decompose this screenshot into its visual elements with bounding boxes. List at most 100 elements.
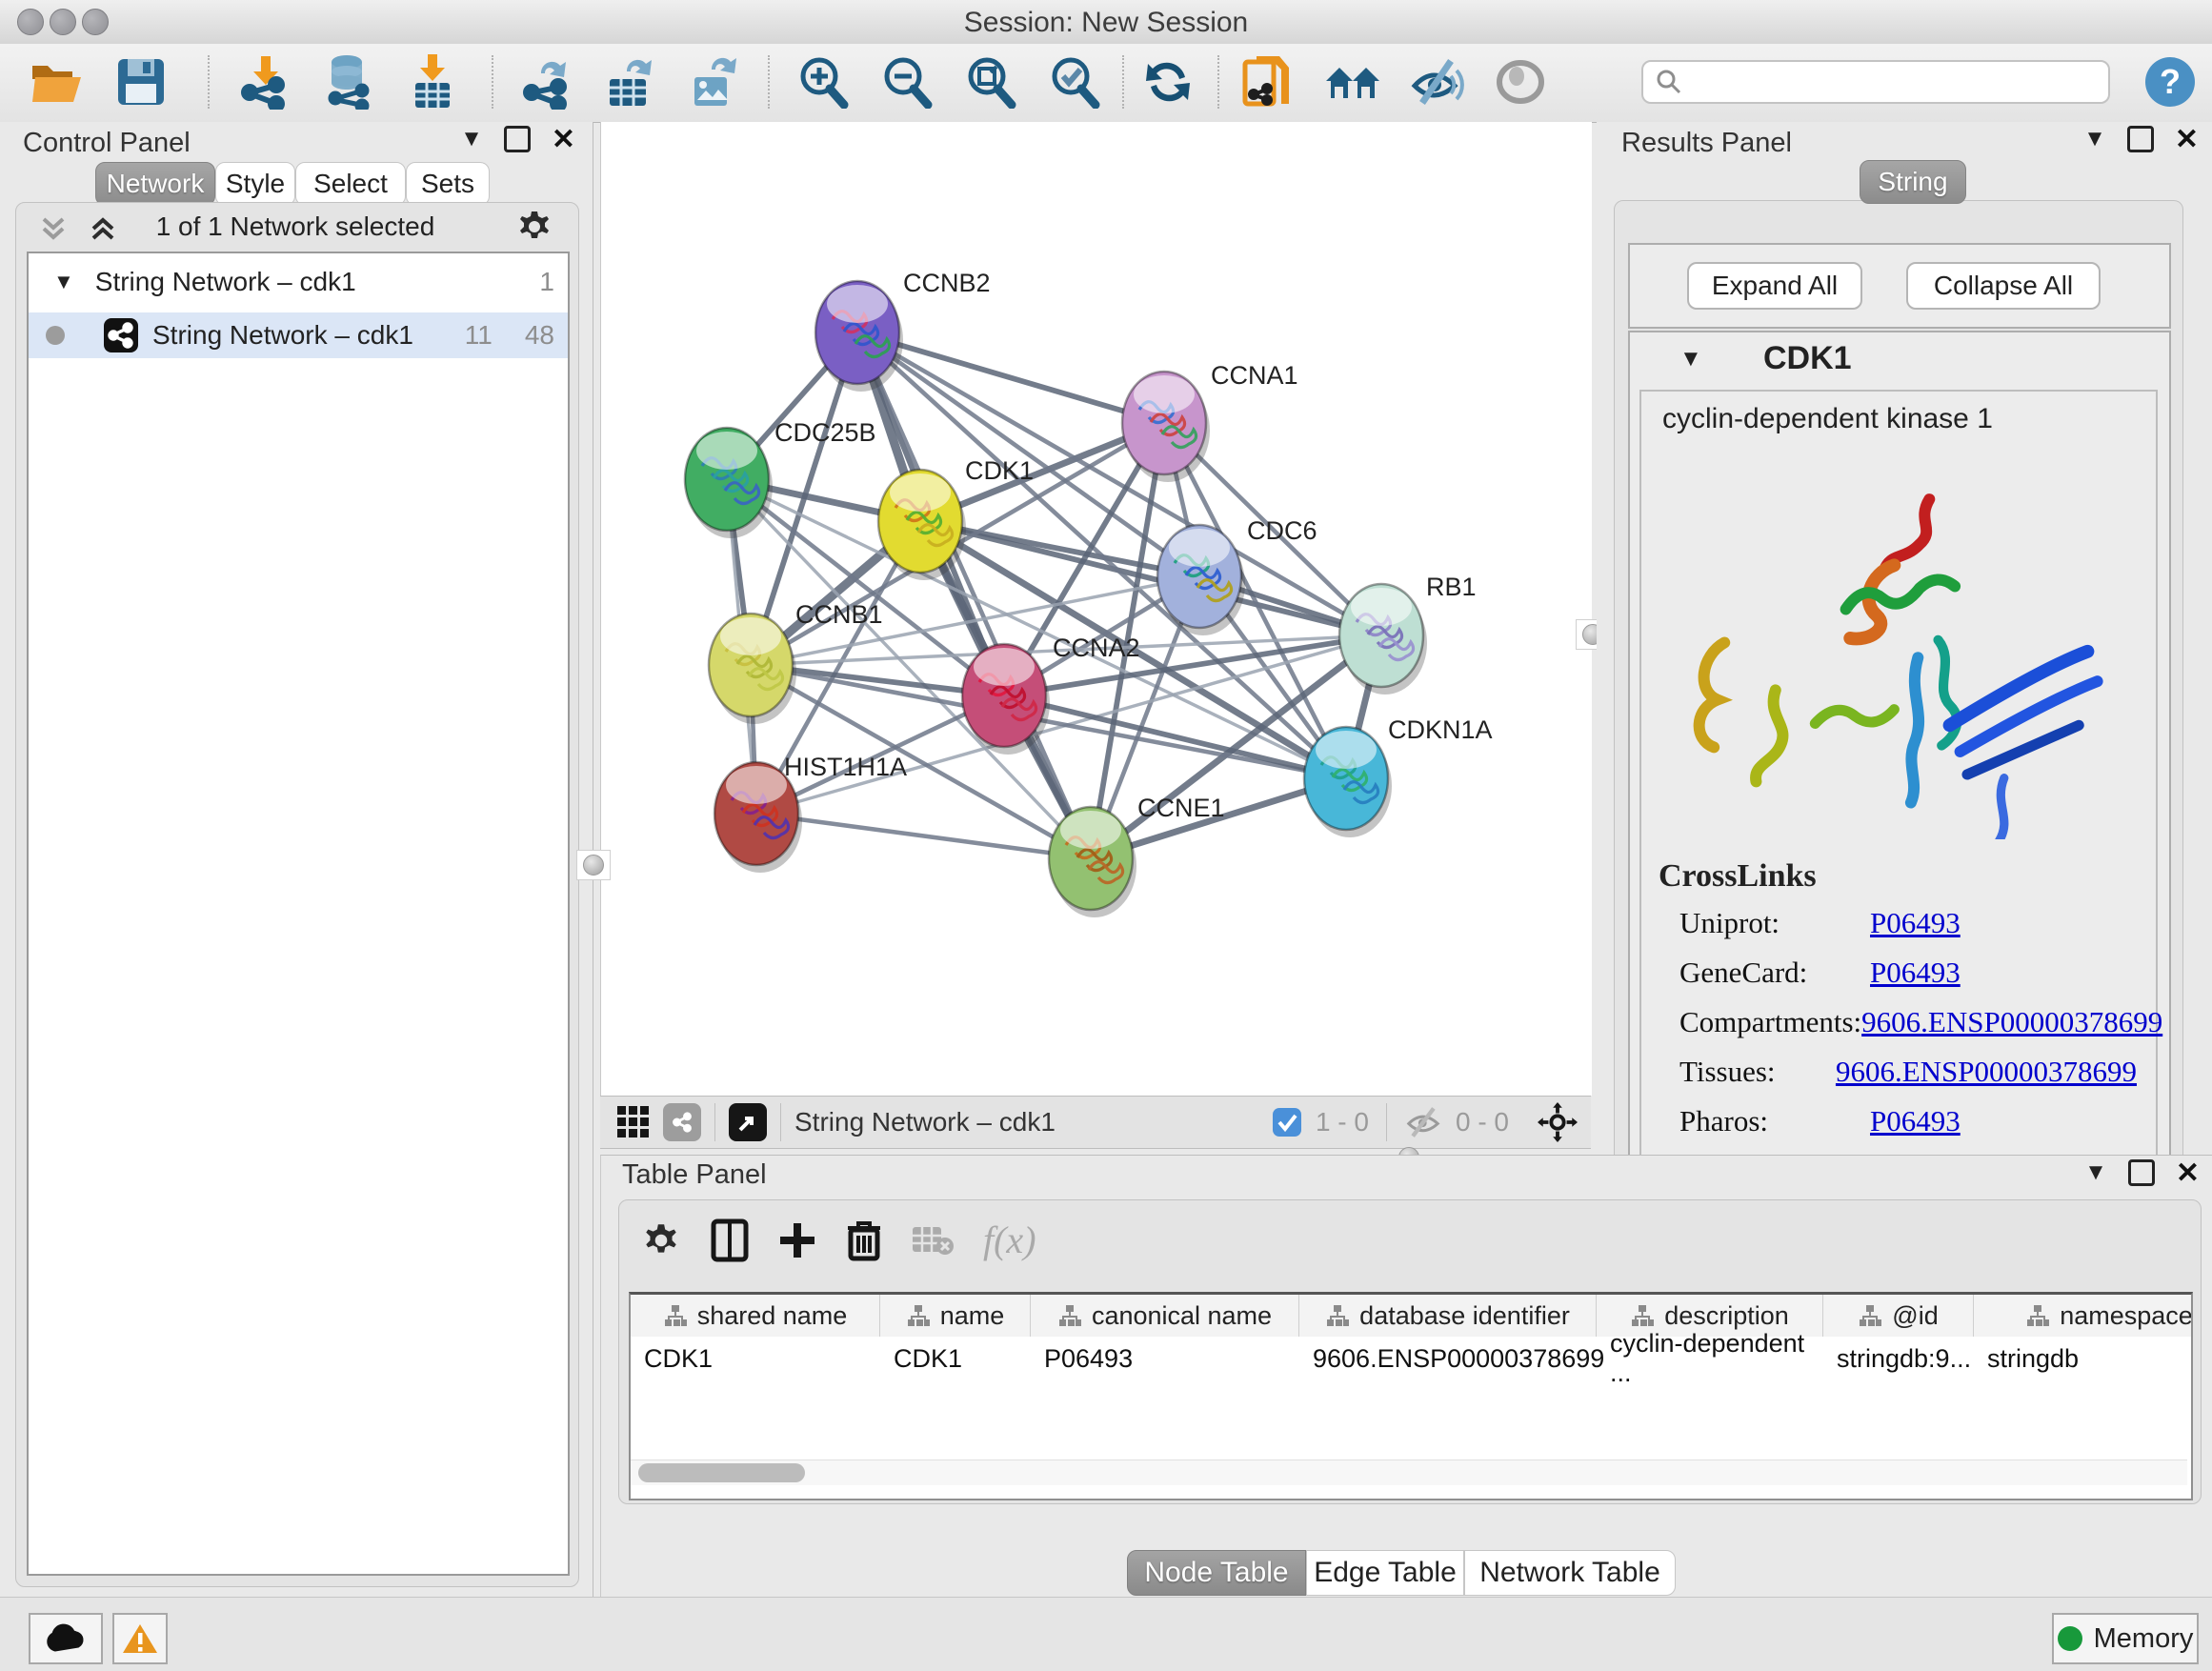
network-node-rb1[interactable]: RB1: [1339, 573, 1477, 695]
crosslink-label: Pharos:: [1679, 1104, 1870, 1138]
open-session-icon[interactable]: [29, 53, 86, 111]
open-external-icon[interactable]: [729, 1103, 767, 1141]
crosslink-row: Compartments:9606.ENSP00000378699: [1679, 1005, 2137, 1039]
column-header-name[interactable]: name: [880, 1295, 1031, 1337]
save-session-icon[interactable]: [112, 53, 170, 111]
network-collection-row[interactable]: ▼ String Network – cdk1 1: [29, 253, 568, 305]
import-network-database-icon[interactable]: [320, 53, 377, 111]
tab-network-table[interactable]: Network Table: [1464, 1550, 1676, 1596]
collapse-panel-icon[interactable]: ▼: [460, 126, 483, 152]
zoom-in-icon[interactable]: [794, 53, 852, 111]
crosslink-link[interactable]: 9606.ENSP00000378699: [1861, 1005, 2162, 1039]
export-table-icon[interactable]: [602, 53, 659, 111]
zoom-fit-icon[interactable]: [962, 53, 1019, 111]
show-hide-icon[interactable]: [1408, 53, 1465, 111]
close-panel-icon[interactable]: ✕: [2175, 123, 2199, 156]
annotation-icon[interactable]: [1238, 53, 1296, 111]
network-node-ccne1[interactable]: CCNE1: [1049, 794, 1225, 917]
control-panel-title: Control Panel: [23, 128, 191, 159]
expand-all-button[interactable]: Expand All: [1687, 262, 1862, 310]
crosslink-link[interactable]: P06493: [1870, 956, 1961, 990]
column-header-canonicalname[interactable]: canonical name: [1031, 1295, 1299, 1337]
export-network-icon[interactable]: [518, 53, 575, 111]
show-columns-icon[interactable]: [711, 1218, 749, 1262]
collapse-panel-icon[interactable]: ▼: [2084, 1159, 2107, 1186]
table-row[interactable]: CDK1CDK1P064939606.ENSP00000378699cyclin…: [631, 1337, 2191, 1380]
left-splitter-handle[interactable]: [576, 850, 611, 880]
collection-expander-icon[interactable]: ▼: [53, 270, 74, 294]
network-style-icon[interactable]: [663, 1103, 701, 1141]
fit-content-crosshair-icon[interactable]: [1538, 1102, 1578, 1142]
float-panel-icon[interactable]: [2128, 1159, 2155, 1186]
float-panel-icon[interactable]: [2127, 126, 2154, 152]
column-header-sharedname[interactable]: shared name: [631, 1295, 880, 1337]
home-icon[interactable]: [1324, 53, 1381, 111]
table-hscrollbar[interactable]: [631, 1460, 2187, 1485]
birdseye-grid-icon[interactable]: [615, 1104, 652, 1140]
warning-icon: [122, 1622, 158, 1655]
node-label: CCNA2: [1053, 634, 1140, 662]
memory-button[interactable]: Memory: [2052, 1613, 2199, 1664]
delete-column-icon[interactable]: [846, 1218, 882, 1262]
import-network-file-icon[interactable]: [236, 53, 293, 111]
network-row[interactable]: String Network – cdk1 11 48: [29, 312, 568, 358]
tab-sets[interactable]: Sets: [406, 162, 490, 206]
crosslink-link[interactable]: P06493: [1870, 1104, 1961, 1138]
hscrollbar-thumb[interactable]: [638, 1463, 805, 1482]
crosslink-link[interactable]: 9606.ENSP00000378699: [1836, 1055, 2137, 1089]
section-expander-icon[interactable]: ▼: [1679, 346, 1702, 372]
cloud-status-button[interactable]: [29, 1613, 103, 1664]
collection-label: String Network – cdk1: [95, 267, 356, 297]
column-header-label: canonical name: [1092, 1301, 1272, 1331]
collapse-panel-icon[interactable]: ▼: [2083, 126, 2106, 152]
network-node-cdk1[interactable]: CDK1: [878, 456, 1034, 580]
column-header-id[interactable]: @id: [1823, 1295, 1974, 1337]
tab-string[interactable]: String: [1860, 160, 1966, 204]
zoom-selected-icon[interactable]: [1046, 53, 1103, 111]
toolbar-separator: [768, 55, 770, 109]
memory-status-dot: [2058, 1626, 2082, 1651]
refresh-icon[interactable]: [1139, 53, 1196, 111]
close-panel-icon[interactable]: ✕: [2176, 1157, 2200, 1190]
network-node-cdkn1a[interactable]: CDKN1A: [1304, 715, 1493, 837]
expand-all-networks-icon[interactable]: [38, 213, 69, 244]
column-header-label: namespace: [2060, 1301, 2193, 1331]
close-panel-icon[interactable]: ✕: [552, 123, 575, 156]
cloud-icon: [44, 1623, 88, 1654]
preview-eye-icon[interactable]: [1492, 53, 1549, 111]
search-input[interactable]: [1641, 60, 2110, 104]
table-cell: cyclin-dependent ...: [1597, 1337, 1823, 1380]
tab-style[interactable]: Style: [215, 162, 295, 206]
string-network-graph[interactable]: CCNB2CCNA1CDC25BCDK1CDC6RB1CCNB1CCNA2CDK…: [601, 122, 1592, 1096]
network-options-gear-icon[interactable]: [514, 206, 554, 246]
column-header-databaseidentifier[interactable]: database identifier: [1299, 1295, 1597, 1337]
column-type-icon: [906, 1303, 931, 1328]
network-node-hist1h1a[interactable]: HIST1H1A: [714, 753, 907, 873]
zoom-out-icon[interactable]: [878, 53, 935, 111]
float-panel-icon[interactable]: [504, 126, 531, 152]
network-edge[interactable]: [756, 814, 1091, 858]
tab-select[interactable]: Select: [295, 162, 406, 206]
tab-network[interactable]: Network: [95, 162, 215, 206]
network-node-ccna1[interactable]: CCNA1: [1122, 361, 1298, 482]
column-header-namespace[interactable]: namespace: [1974, 1295, 2193, 1337]
collapse-all-networks-icon[interactable]: [88, 213, 118, 244]
export-image-icon[interactable]: [686, 53, 743, 111]
collapse-all-button[interactable]: Collapse All: [1906, 262, 2101, 310]
network-node-cdc6[interactable]: CDC6: [1157, 516, 1317, 635]
selected-checkbox-icon[interactable]: [1272, 1107, 1302, 1137]
help-icon[interactable]: ?: [2142, 53, 2199, 111]
warning-status-button[interactable]: [112, 1613, 168, 1664]
add-column-icon[interactable]: [777, 1220, 817, 1260]
toolbar-separator: [1217, 55, 1219, 109]
network-edge[interactable]: [857, 332, 1164, 423]
network-view-canvas[interactable]: CCNB2CCNA1CDC25BCDK1CDC6RB1CCNB1CCNA2CDK…: [600, 122, 1592, 1096]
tab-edge-table[interactable]: Edge Table: [1306, 1550, 1464, 1596]
network-view-toolbar: String Network – cdk1 1 - 0 0 - 0: [600, 1096, 1591, 1149]
tab-node-table[interactable]: Node Table: [1127, 1550, 1306, 1596]
import-table-icon[interactable]: [404, 53, 461, 111]
node-label: CCNB2: [903, 269, 991, 297]
crosslink-link[interactable]: P06493: [1870, 906, 1961, 940]
node-label: CDC25B: [774, 418, 876, 447]
table-settings-gear-icon[interactable]: [640, 1219, 682, 1261]
